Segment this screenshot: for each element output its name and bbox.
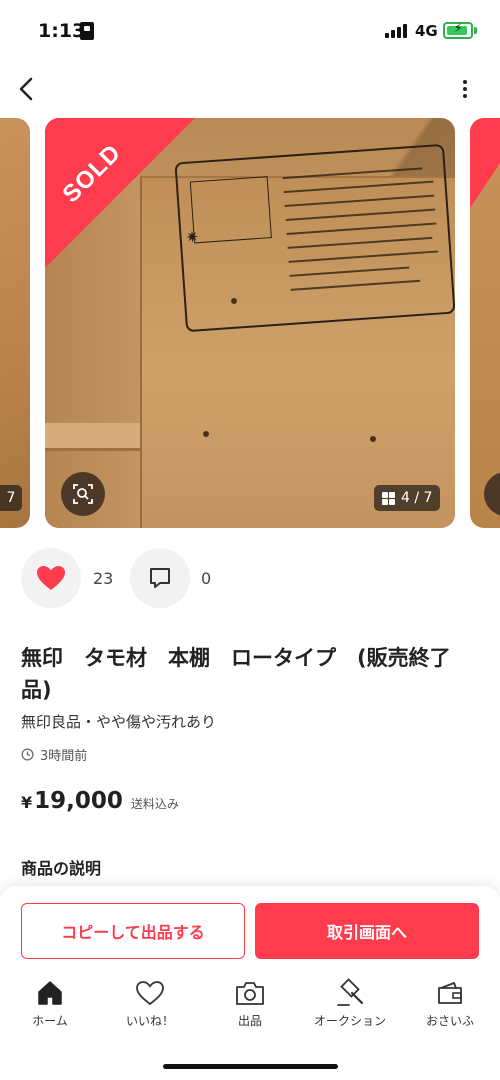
main-photo[interactable]: ✷ SOLD 4 / 7 [45,118,455,528]
home-icon [38,981,62,1005]
tab-wallet[interactable]: おさいふ [400,978,500,1038]
image-search-button[interactable] [61,472,105,516]
shelf-hole [203,431,209,437]
price-currency: ¥ [21,793,33,812]
heart-icon [37,566,65,590]
gavel-icon [337,978,364,1006]
tab-auction[interactable]: オークション [300,978,400,1038]
price-value: 19,000 [34,788,123,814]
tab-sell[interactable]: 出品 [200,978,300,1038]
photo-counter[interactable]: 4 / 7 [374,485,441,511]
posted-time: 3時間前 [21,745,87,764]
battery-icon: ⚡ [443,21,473,39]
label-illustration [189,176,272,244]
shelf-hole [370,436,376,442]
tab-sell-label: 出品 [237,1014,262,1028]
home-indicator [163,1064,338,1069]
camera-icon [236,982,264,1005]
next-photo[interactable] [470,118,500,528]
battery-cap [474,27,477,34]
image-search-icon [73,484,93,504]
description-heading: 商品の説明 [21,859,102,878]
network-type: 4G [415,22,438,40]
orientation-lock-icon [80,22,94,40]
tab-wallet-label: おさいふ [425,1014,474,1028]
trade-screen-button[interactable]: 取引画面へ [255,903,479,959]
shelf-rail [45,423,140,451]
like-button[interactable] [21,548,81,608]
tab-likes-label: いいね！ [125,1014,174,1028]
posted-time-text: 3時間前 [40,749,88,764]
status-bar: 1:13 4G ⚡ [0,0,500,64]
signal-icon [385,24,409,38]
item-title: 無印 タモ材 本棚 ロータイプ (販売終了品) [21,646,451,702]
wallet-icon [438,982,462,1004]
next-photo-zoom [484,472,500,516]
grid-icon [382,491,395,505]
price: ¥ 19,000 送料込み [21,788,179,814]
like-count: 23 [93,569,114,588]
photo-carousel[interactable]: 7 ✷ SOLD 4 / 7 [0,118,500,528]
more-options-button[interactable] [452,76,478,102]
tab-home[interactable]: ホーム [0,978,100,1038]
photo-counter-text: 4 / 7 [401,490,433,506]
back-button[interactable] [12,74,42,104]
heart-outline-icon [136,981,164,1006]
clock-icon [21,748,34,761]
tab-bar: ホーム いいね！ 出品 オークション おさいふ [0,978,500,1038]
status-time: 1:13 [38,20,86,42]
tab-likes[interactable]: いいね！ [100,978,200,1038]
comment-button[interactable] [130,548,190,608]
tab-home-label: ホーム [32,1014,68,1028]
comment-icon [150,568,170,588]
bottom-action-bar: コピーして出品する 取引画面へ ホーム いいね！ 出品 オークション おさいふ [0,886,500,1080]
item-subtitle: 無印良品・やや傷や汚れあり [21,713,217,731]
next-sold-banner [470,118,500,208]
tab-auction-label: オークション [313,1014,386,1028]
previous-photo[interactable]: 7 [0,118,30,528]
comment-count: 0 [201,569,212,588]
warning-label-sticker: ✷ [174,143,455,333]
shipping-included-note: 送料込み [130,797,179,811]
copy-and-list-button[interactable]: コピーして出品する [21,903,245,959]
more-vertical-icon [463,80,467,84]
chevron-left-icon [19,77,33,101]
previous-photo-counter: 7 [0,485,22,511]
